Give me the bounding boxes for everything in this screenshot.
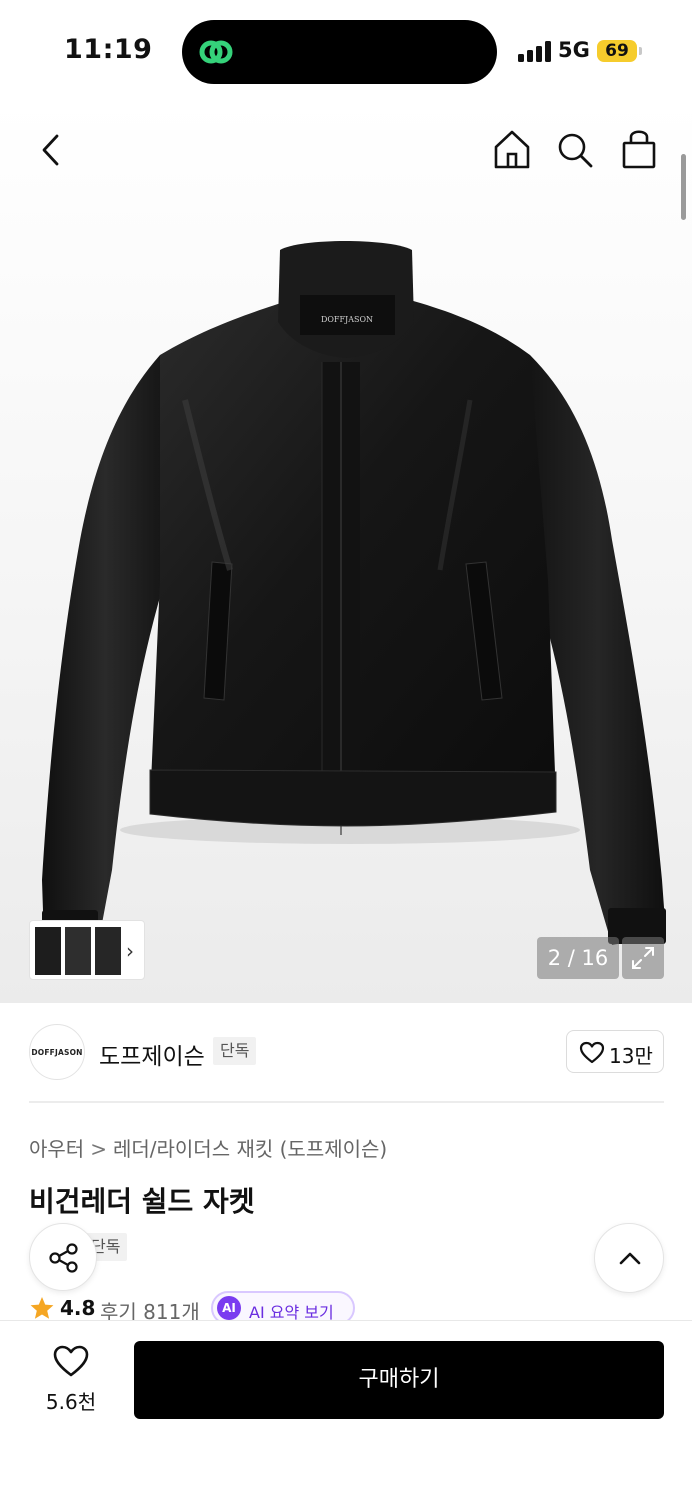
thumbnail-next-chevron-icon[interactable]: ›: [126, 939, 134, 963]
thumbnail-strip[interactable]: ›: [29, 920, 145, 980]
thumbnail-image[interactable]: [35, 927, 61, 975]
divider: [29, 1101, 664, 1103]
battery-tip: [639, 47, 642, 55]
link-app-icon: [199, 40, 233, 64]
breadcrumb-item[interactable]: 아우터: [29, 1137, 84, 1161]
status-bar: 11:19 5G 69: [0, 0, 692, 100]
breadcrumb: 아우터 > 레더/라이더스 재킷 (도프제이슨): [29, 1133, 387, 1162]
exclusive-badge: 단독: [213, 1037, 257, 1065]
thumbnail-image[interactable]: [95, 927, 121, 975]
brand-name[interactable]: 도프제이슨: [99, 1037, 205, 1071]
buy-button[interactable]: 구매하기: [134, 1341, 664, 1419]
scroll-to-top-button[interactable]: [594, 1223, 664, 1293]
signal-bars-icon: [518, 40, 552, 62]
battery-level: 69: [597, 40, 637, 62]
dynamic-island: [182, 20, 497, 84]
product-image-gallery[interactable]: DOFFJASON: [0, 100, 692, 1003]
rating-value: 4.8: [60, 1296, 96, 1320]
search-icon[interactable]: [558, 133, 593, 168]
product-image-leather-jacket: DOFFJASON: [42, 130, 666, 946]
brand-favorite-count: 13만: [609, 1044, 653, 1068]
brand-favorite-button[interactable]: 13만: [566, 1030, 664, 1073]
status-time: 11:19: [64, 34, 153, 65]
ai-badge-icon: AI: [217, 1296, 241, 1320]
like-button[interactable]: 5.6천: [29, 1344, 113, 1420]
brand-logo[interactable]: DOFFJASON: [29, 1024, 85, 1080]
back-chevron-left-icon[interactable]: [42, 134, 59, 166]
heart-outline-icon: [579, 1041, 605, 1064]
like-count: 5.6천: [45, 1390, 97, 1414]
heart-outline-icon: [53, 1345, 89, 1377]
jacket-label-text: DOFFJASON: [321, 315, 373, 324]
breadcrumb-item[interactable]: 레더/라이더스 재킷 (도프제이슨): [113, 1137, 387, 1161]
breadcrumb-separator: >: [90, 1137, 107, 1161]
chevron-up-icon: [619, 1252, 641, 1265]
product-title: 비건레더 쉴드 자켓: [29, 1185, 255, 1218]
expand-icon[interactable]: [622, 937, 664, 979]
image-counter: 2 / 16: [537, 937, 619, 979]
thumbnail-image[interactable]: [65, 927, 91, 975]
home-icon[interactable]: [494, 130, 530, 169]
star-icon: [30, 1297, 54, 1319]
network-type: 5G: [558, 38, 590, 62]
share-button[interactable]: [29, 1223, 97, 1291]
shopping-bag-icon[interactable]: [622, 130, 656, 169]
share-icon: [49, 1243, 78, 1273]
page-scrollbar[interactable]: [681, 154, 686, 220]
